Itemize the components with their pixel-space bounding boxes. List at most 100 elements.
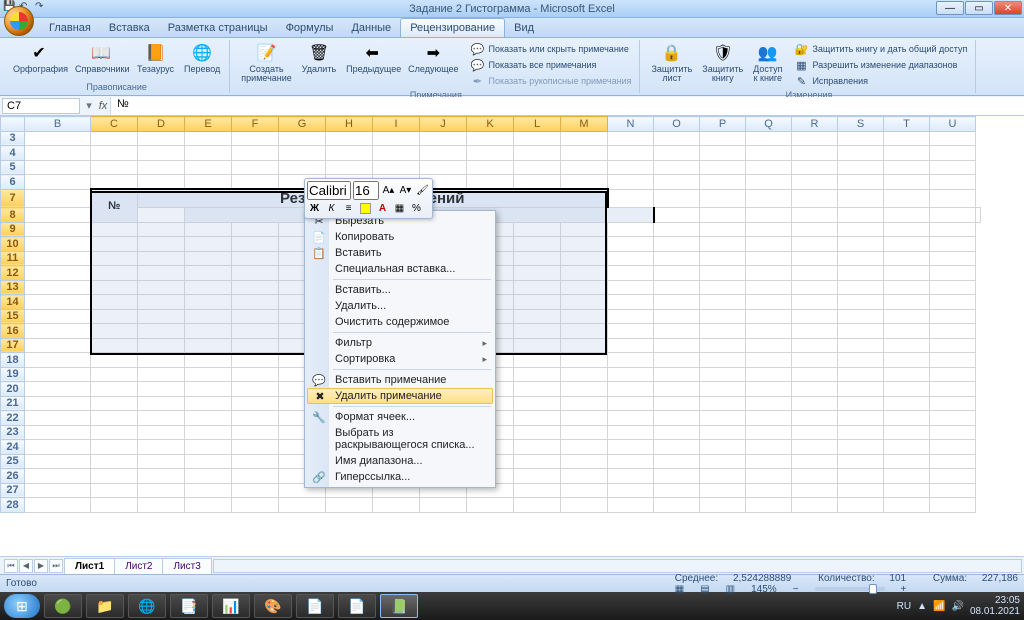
cell-B27[interactable] xyxy=(25,483,91,498)
row-25[interactable]: 25 xyxy=(1,454,25,469)
cell-R23[interactable] xyxy=(792,425,838,440)
row-6[interactable]: 6 xyxy=(1,175,25,190)
row-18[interactable]: 18 xyxy=(1,353,25,368)
cell-F12[interactable] xyxy=(232,266,279,281)
cell-P7[interactable] xyxy=(838,189,884,208)
cell-D14[interactable] xyxy=(138,295,185,310)
row-20[interactable]: 20 xyxy=(1,382,25,397)
cell-U14[interactable] xyxy=(930,295,976,310)
cell-S28[interactable] xyxy=(838,498,884,513)
cell-F25[interactable] xyxy=(232,454,279,469)
cell-L21[interactable] xyxy=(514,396,561,411)
row-8[interactable]: 8 xyxy=(1,208,25,223)
protect-share-button[interactable]: 🔐 Защитить книгу и дать общий доступ xyxy=(792,41,969,57)
cell-C10[interactable] xyxy=(91,237,138,252)
cell-S5[interactable] xyxy=(838,160,884,175)
col-L[interactable]: L xyxy=(514,117,561,132)
cell-B17[interactable] xyxy=(25,338,91,353)
cell-N11[interactable] xyxy=(608,251,654,266)
cell-F28[interactable] xyxy=(232,498,279,513)
cell-U23[interactable] xyxy=(930,425,976,440)
cell-L20[interactable] xyxy=(514,382,561,397)
cell-B21[interactable] xyxy=(25,396,91,411)
cell-B15[interactable] xyxy=(25,309,91,324)
cell-T6[interactable] xyxy=(884,175,930,190)
cell-P12[interactable] xyxy=(700,266,746,281)
cell-D27[interactable] xyxy=(138,483,185,498)
cell-S15[interactable] xyxy=(838,309,884,324)
cell-C27[interactable] xyxy=(91,483,138,498)
cell-L15[interactable] xyxy=(514,309,561,324)
cell-N7[interactable] xyxy=(792,189,838,208)
col-B[interactable]: B xyxy=(25,117,91,132)
cell-E3[interactable] xyxy=(185,131,232,146)
cell-J28[interactable] xyxy=(420,498,467,513)
cell-Q19[interactable] xyxy=(746,367,792,382)
cell-H7[interactable] xyxy=(654,189,700,208)
tab-insert[interactable]: Вставка xyxy=(100,19,159,37)
cell-T17[interactable] xyxy=(884,338,930,353)
cell-F7[interactable] xyxy=(608,189,654,208)
fx-icon[interactable]: fx xyxy=(96,100,110,112)
cell-P17[interactable] xyxy=(700,338,746,353)
row-5[interactable]: 5 xyxy=(1,160,25,175)
cell-L22[interactable] xyxy=(514,411,561,426)
cell-R22[interactable] xyxy=(792,411,838,426)
cell-P9[interactable] xyxy=(700,222,746,237)
cell-L23[interactable] xyxy=(514,425,561,440)
cell-C9[interactable] xyxy=(91,222,138,237)
cell-N22[interactable] xyxy=(608,411,654,426)
cell-J3[interactable] xyxy=(420,131,467,146)
cell-R20[interactable] xyxy=(792,382,838,397)
cell-S25[interactable] xyxy=(838,454,884,469)
cell-E23[interactable] xyxy=(185,425,232,440)
cell-P20[interactable] xyxy=(700,382,746,397)
cell-O8[interactable] xyxy=(838,208,884,223)
cell-F22[interactable] xyxy=(232,411,279,426)
cell-D17[interactable] xyxy=(138,338,185,353)
sheet-tab-3[interactable]: Лист3 xyxy=(162,558,211,574)
cell-E9[interactable] xyxy=(185,222,232,237)
cell-R21[interactable] xyxy=(792,396,838,411)
cell-M16[interactable] xyxy=(561,324,608,339)
cell-R11[interactable] xyxy=(792,251,838,266)
cell-O24[interactable] xyxy=(654,440,700,455)
ctx-pick-from-list[interactable]: Выбрать из раскрывающегося списка... xyxy=(307,425,493,453)
cell-D26[interactable] xyxy=(138,469,185,484)
cell-U15[interactable] xyxy=(930,309,976,324)
ctx-delete-comment[interactable]: ✖Удалить примечание xyxy=(307,388,493,404)
cell-S9[interactable] xyxy=(838,222,884,237)
cell-L27[interactable] xyxy=(514,483,561,498)
allow-ranges-button[interactable]: ▦ Разрешить изменение диапазонов xyxy=(792,57,969,73)
cell-D28[interactable] xyxy=(138,498,185,513)
grow-font-button[interactable]: A▴ xyxy=(381,183,396,198)
cell-B6[interactable] xyxy=(25,175,91,190)
ctx-paste-special[interactable]: Специальная вставка... xyxy=(307,261,493,277)
task-word[interactable]: 📄 xyxy=(296,594,334,618)
row-9[interactable]: 9 xyxy=(1,222,25,237)
cell-T14[interactable] xyxy=(884,295,930,310)
cell-U21[interactable] xyxy=(930,396,976,411)
cell-S21[interactable] xyxy=(838,396,884,411)
name-box[interactable] xyxy=(2,98,80,114)
cell-F17[interactable] xyxy=(232,338,279,353)
cell-U8[interactable] xyxy=(976,208,981,223)
ctx-copy[interactable]: 📄Копировать xyxy=(307,229,493,245)
cell-N16[interactable] xyxy=(608,324,654,339)
cell-B18[interactable] xyxy=(25,353,91,368)
cell-U13[interactable] xyxy=(930,280,976,295)
cell-F3[interactable] xyxy=(232,131,279,146)
cell-S12[interactable] xyxy=(838,266,884,281)
cell-P21[interactable] xyxy=(700,396,746,411)
cell-E28[interactable] xyxy=(185,498,232,513)
cell-E15[interactable] xyxy=(185,309,232,324)
cell-R10[interactable] xyxy=(792,237,838,252)
cell-F26[interactable] xyxy=(232,469,279,484)
cell-T24[interactable] xyxy=(884,440,930,455)
cell-M6[interactable] xyxy=(561,175,608,190)
cell-M23[interactable] xyxy=(561,425,608,440)
cell-G28[interactable] xyxy=(279,498,326,513)
cell-R5[interactable] xyxy=(792,160,838,175)
cell-C6[interactable] xyxy=(91,175,138,190)
ctx-filter[interactable]: Фильтр▸ xyxy=(307,335,493,351)
